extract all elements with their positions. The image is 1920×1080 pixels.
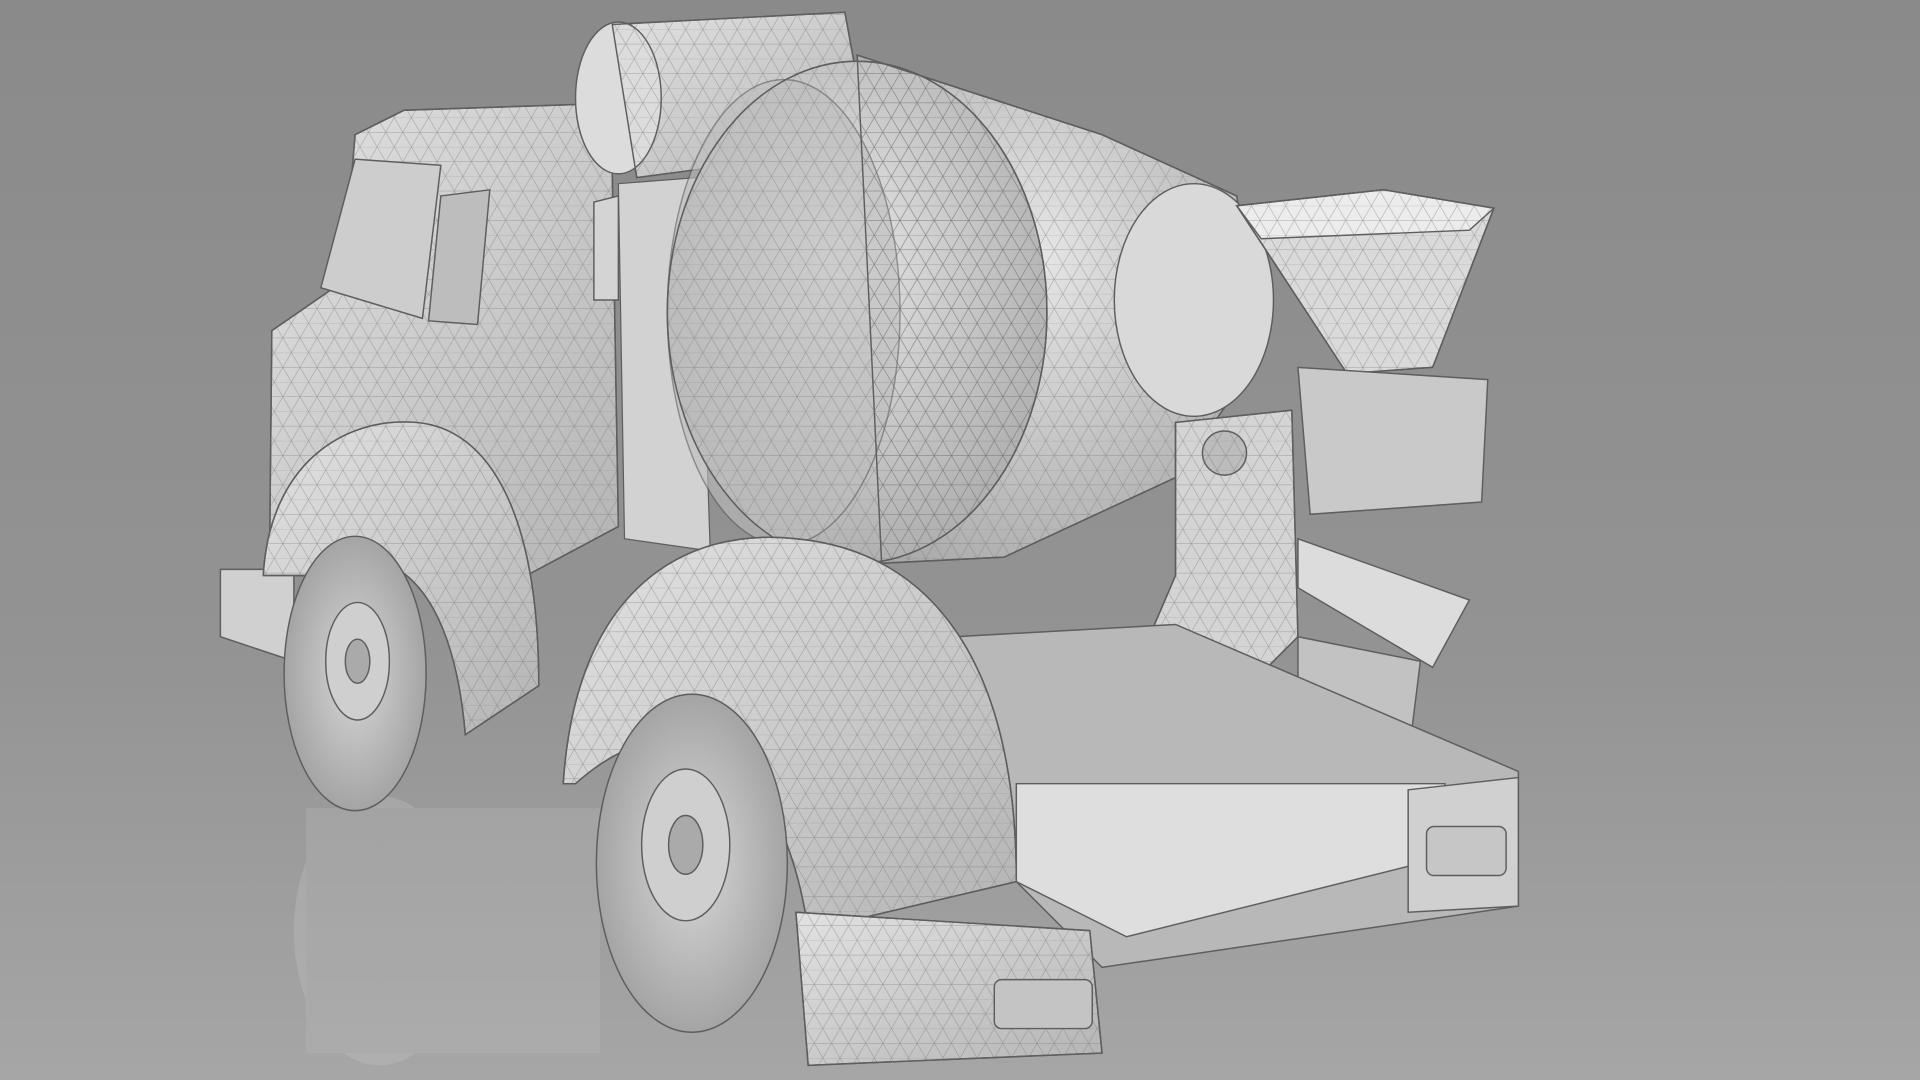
rear-wheel [595, 693, 789, 1033]
cab-door-handle [593, 194, 620, 301]
tail-light-left [993, 978, 1093, 1030]
front-wheel [283, 535, 427, 812]
render-viewport [0, 0, 1920, 1080]
rear-bumper-left [795, 911, 1103, 1067]
floor-reflection [293, 795, 600, 1066]
tail-light-right [1425, 825, 1507, 877]
